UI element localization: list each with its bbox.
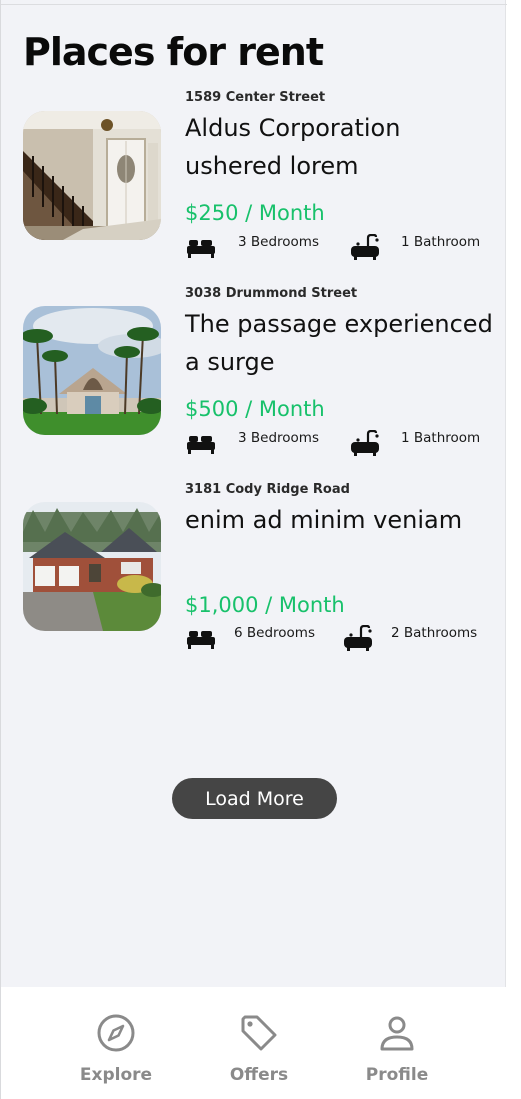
nav-label-explore: Explore [79,1065,153,1085]
tag-icon [241,1015,277,1051]
listing-price: $500 / Month [185,397,325,421]
user-icon [380,1016,414,1051]
house-interior-staircase-photo [23,111,161,240]
house-with-palm-trees-photo [23,306,161,435]
load-more-button[interactable]: Load More [172,778,337,819]
bed-icon [187,240,215,258]
bathrooms-count: 1 Bathroom [401,234,481,250]
bedrooms-count: 3 Bedrooms [238,430,319,446]
brick-house-garage-photo [23,502,161,631]
listing-card[interactable]: 3038 Drummond Street The passage experie… [1,284,507,456]
nav-label-profile: Profile [365,1065,429,1085]
bathrooms-count: 2 Bathrooms [391,625,478,641]
listing-photo[interactable] [23,306,161,435]
listing-title[interactable]: enim ad minim veniam [185,501,495,539]
bed-icon [187,631,215,649]
nav-item-explore[interactable]: Explore [56,987,176,1099]
listing-price: $1,000 / Month [185,593,345,617]
bed-icon [187,436,215,454]
bathtub-icon [351,234,379,260]
listing-address: 3181 Cody Ridge Road [185,482,350,497]
top-divider [1,4,507,5]
compass-icon [97,1014,135,1052]
bottom-navigation: Explore Offers Profile [1,987,507,1099]
nav-item-profile[interactable]: Profile [337,987,457,1099]
bathtub-icon [351,430,379,456]
listing-photo[interactable] [23,502,161,631]
listing-price: $250 / Month [185,201,325,225]
page-title: Places for rent [23,30,324,74]
bedrooms-count: 3 Bedrooms [238,234,319,250]
nav-item-offers[interactable]: Offers [199,987,319,1099]
bathtub-icon [344,625,372,651]
listing-title[interactable]: The passage experienced a surge [185,305,495,381]
listing-title[interactable]: Aldus Corporation ushered lorem [185,109,495,185]
listing-card[interactable]: 1589 Center Street Aldus Corporation ush… [1,88,507,260]
app-screen: Places for rent 1589 Center Street Aldus… [0,0,507,1099]
listing-address: 3038 Drummond Street [185,286,358,301]
listing-card[interactable]: 3181 Cody Ridge Road enim ad minim venia… [1,480,507,651]
listing-photo[interactable] [23,111,161,240]
bedrooms-count: 6 Bedrooms [234,625,315,641]
listing-address: 1589 Center Street [185,90,326,105]
bathrooms-count: 1 Bathroom [401,430,481,446]
nav-label-offers: Offers [229,1065,289,1085]
